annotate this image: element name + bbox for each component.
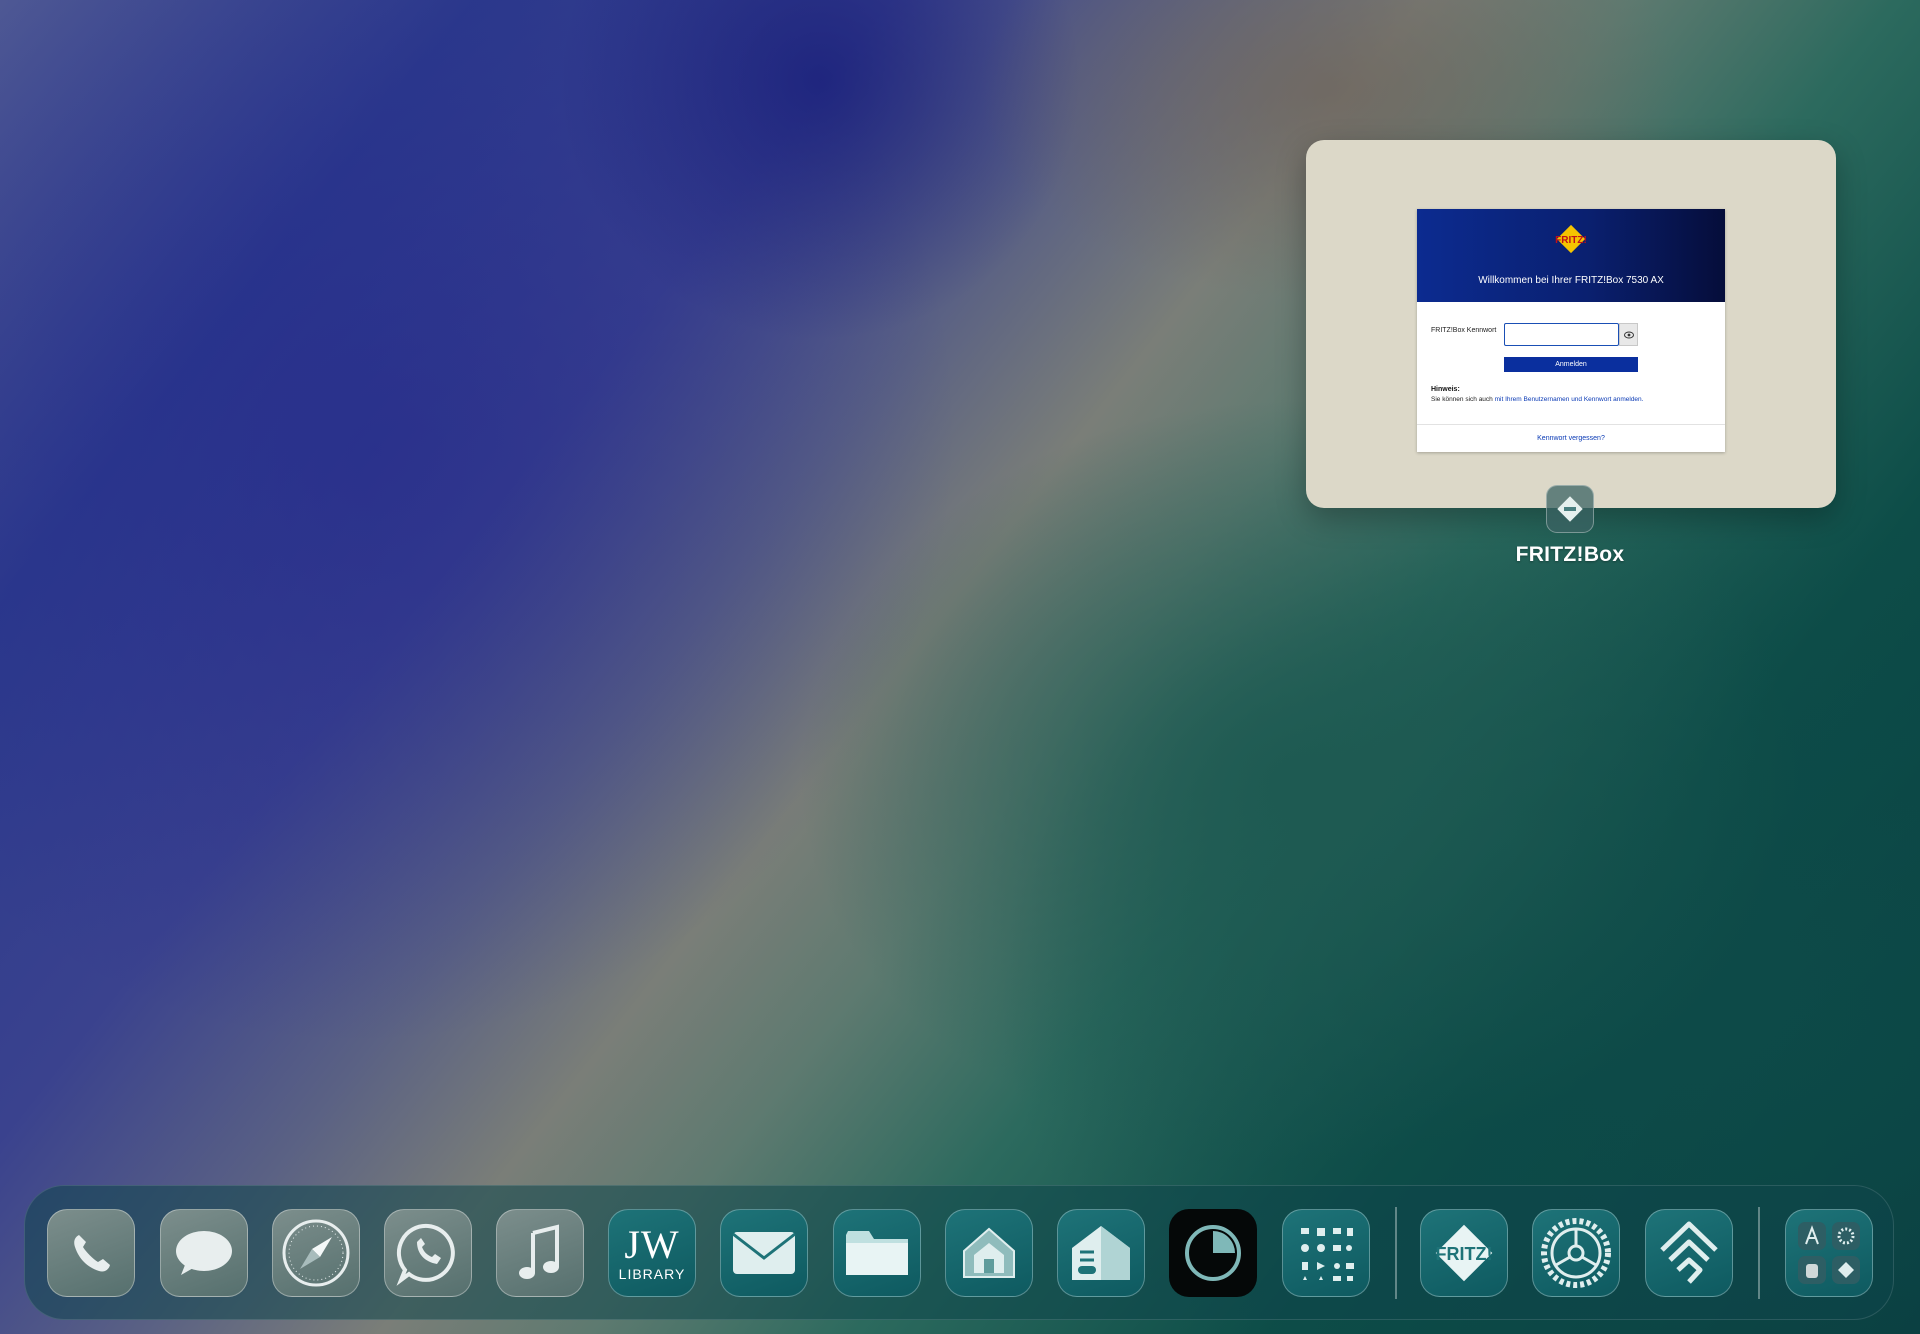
- whatsapp-icon: [396, 1223, 455, 1286]
- dock-mail[interactable]: [720, 1209, 808, 1297]
- fritz-app-icon[interactable]: [1546, 485, 1594, 533]
- fritz-icon: FRITZ!: [1436, 1224, 1493, 1282]
- welcome-text: Willkommen bei Ihrer FRITZ!Box 7530 AX: [1478, 275, 1664, 286]
- fritzbox-login-panel: FRITZ! Willkommen bei Ihrer FRITZ!Box 75…: [1417, 209, 1725, 452]
- icon-grid-icon: [1301, 1228, 1354, 1281]
- password-input[interactable]: [1504, 323, 1619, 346]
- home-assistant-icon: [1660, 1221, 1718, 1284]
- envelope-icon: [732, 1232, 796, 1274]
- app-library-icon: [1798, 1222, 1860, 1284]
- dock-widgets[interactable]: [1282, 1209, 1370, 1297]
- login-button[interactable]: Anmelden: [1504, 357, 1638, 372]
- messages-icon: [176, 1231, 232, 1275]
- dock-jw-library[interactable]: JW LIBRARY: [608, 1209, 696, 1297]
- password-label: FRITZ!Box Kennwort: [1431, 327, 1497, 334]
- dock-files[interactable]: [833, 1209, 921, 1297]
- hint-prefix: Sie können sich auch: [1431, 396, 1495, 403]
- hint-text: Sie können sich auch mit Ihrem Benutzern…: [1431, 396, 1643, 403]
- dock-fritz-app[interactable]: FRITZ!: [1420, 1209, 1508, 1297]
- forgot-password-link[interactable]: Kennwort vergessen?: [1417, 435, 1725, 442]
- svg-text:FRITZ!: FRITZ!: [1555, 235, 1587, 246]
- dock-separator: [1395, 1207, 1397, 1299]
- dock-safari[interactable]: [272, 1209, 360, 1297]
- show-password-button[interactable]: [1619, 323, 1638, 346]
- login-form: FRITZ!Box Kennwort Anmelden Hinweis: Sie…: [1417, 302, 1725, 452]
- eye-icon: [1623, 331, 1634, 338]
- app-switcher-card[interactable]: FRITZ! Willkommen bei Ihrer FRITZ!Box 75…: [1306, 140, 1836, 508]
- phone-icon: [74, 1235, 110, 1272]
- fritz-logo-icon: FRITZ!: [1555, 224, 1587, 254]
- compass-icon: [282, 1219, 350, 1287]
- dock-home[interactable]: [945, 1209, 1033, 1297]
- house-icon: [963, 1227, 1015, 1278]
- dock-separator-2: [1758, 1207, 1760, 1299]
- music-note-icon: [519, 1224, 559, 1279]
- dock-whatsapp[interactable]: [384, 1209, 472, 1297]
- pie-timer-icon: [1185, 1225, 1241, 1281]
- dock-home-settings[interactable]: [1057, 1209, 1145, 1297]
- divider: [1417, 424, 1725, 425]
- gear-icon: [1541, 1218, 1611, 1288]
- app-name-label: FRITZ!Box: [1515, 543, 1625, 566]
- folder-icon: [846, 1231, 908, 1275]
- hint-title: Hinweis:: [1431, 386, 1460, 393]
- username-login-link[interactable]: mit Ihrem Benutzernamen und Kennwort anm…: [1495, 396, 1644, 403]
- dock-messages[interactable]: [160, 1209, 248, 1297]
- dock-phone[interactable]: [47, 1209, 135, 1297]
- dock-music[interactable]: [496, 1209, 584, 1297]
- dock-screen-time[interactable]: [1169, 1209, 1257, 1297]
- dock-home-assistant[interactable]: [1645, 1209, 1733, 1297]
- svg-text:FRITZ!: FRITZ!: [1436, 1244, 1493, 1264]
- dock-settings[interactable]: [1532, 1209, 1620, 1297]
- login-header: FRITZ! Willkommen bei Ihrer FRITZ!Box 75…: [1417, 209, 1725, 302]
- dock-app-library[interactable]: [1785, 1209, 1873, 1297]
- fritz-diamond-icon: [1557, 496, 1583, 522]
- house-settings-icon: [1072, 1226, 1130, 1280]
- jw-library-icon: JW LIBRARY: [618, 1222, 686, 1282]
